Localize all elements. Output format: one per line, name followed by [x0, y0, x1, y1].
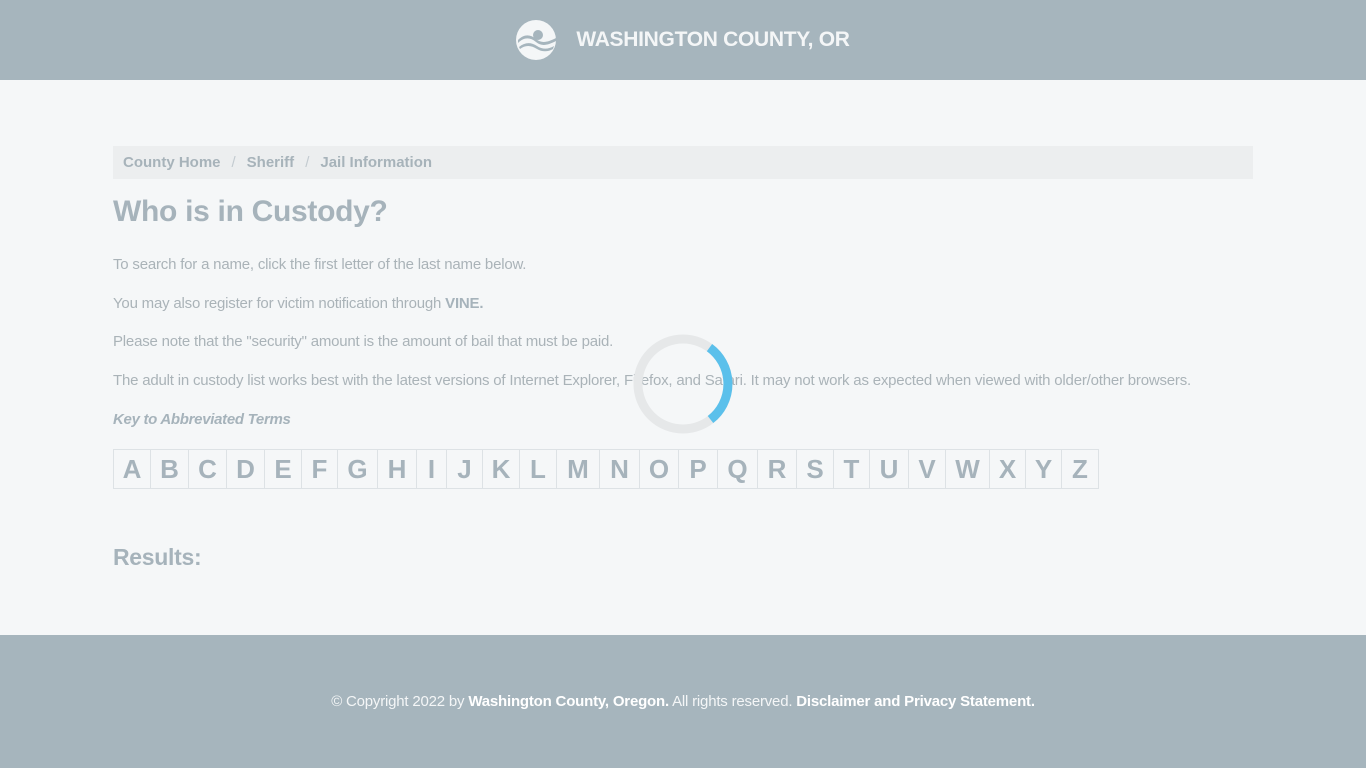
letter-x-button[interactable]: X — [990, 450, 1026, 488]
spinner-arc — [706, 343, 733, 424]
loading-spinner-icon — [633, 334, 733, 434]
letter-w-button[interactable]: W — [946, 450, 990, 488]
disclaimer-link[interactable]: Disclaimer and Privacy Statement. — [796, 693, 1035, 710]
site-title[interactable]: WASHINGTON COUNTY, OR — [576, 28, 850, 52]
vine-notice-text: You may also register for victim notific… — [113, 295, 446, 312]
letter-s-button[interactable]: S — [797, 450, 834, 488]
washington-county-logo-icon[interactable] — [516, 20, 557, 60]
vine-notice: You may also register for victim notific… — [113, 295, 484, 312]
vine-link[interactable]: VINE. — [445, 295, 483, 312]
breadcrumb-separator: / — [231, 154, 236, 171]
letter-p-button[interactable]: P — [679, 450, 718, 488]
letter-r-button[interactable]: R — [758, 450, 797, 488]
page-title: Who is in Custody? — [113, 195, 388, 228]
letter-c-button[interactable]: C — [189, 450, 227, 488]
rights-text: All rights reserved. — [668, 693, 797, 710]
site-header: WASHINGTON COUNTY, OR — [0, 0, 1366, 80]
letter-y-button[interactable]: Y — [1026, 450, 1062, 488]
letter-b-button[interactable]: B — [151, 450, 189, 488]
letter-f-button[interactable]: F — [302, 450, 338, 488]
letter-d-button[interactable]: D — [227, 450, 265, 488]
breadcrumb-jail-information[interactable]: Jail Information — [320, 154, 432, 171]
county-link[interactable]: Washington County, Oregon. — [468, 693, 669, 710]
letter-o-button[interactable]: O — [640, 450, 679, 488]
security-note: Please note that the "security" amount i… — [113, 333, 614, 350]
letter-i-button[interactable]: I — [417, 450, 447, 488]
letter-t-button[interactable]: T — [834, 450, 870, 488]
letter-v-button[interactable]: V — [909, 450, 946, 488]
letter-n-button[interactable]: N — [600, 450, 640, 488]
letter-m-button[interactable]: M — [557, 450, 600, 488]
letter-e-button[interactable]: E — [265, 450, 302, 488]
letter-picker: ABCDEFGHIJKLMNOPQRSTUVWXYZ — [113, 449, 1099, 489]
search-instructions: To search for a name, click the first le… — [113, 256, 527, 273]
letter-j-button[interactable]: J — [447, 450, 483, 488]
site-footer: © Copyright 2022 by Washington County, O… — [0, 635, 1366, 768]
breadcrumb-county-home[interactable]: County Home — [123, 154, 221, 171]
breadcrumb-sheriff[interactable]: Sheriff — [247, 154, 295, 171]
letter-a-button[interactable]: A — [114, 450, 151, 488]
breadcrumb-separator: / — [305, 154, 310, 171]
letter-g-button[interactable]: G — [338, 450, 378, 488]
copyright-text: © Copyright 2022 by — [331, 693, 469, 710]
letter-l-button[interactable]: L — [520, 450, 557, 488]
letter-h-button[interactable]: H — [378, 450, 417, 488]
key-to-abbreviated-terms-link[interactable]: Key to Abbreviated Terms — [113, 411, 291, 428]
letter-u-button[interactable]: U — [870, 450, 909, 488]
results-heading: Results: — [113, 544, 202, 570]
letter-z-button[interactable]: Z — [1062, 450, 1098, 488]
letter-k-button[interactable]: K — [483, 450, 520, 488]
breadcrumb: County Home / Sheriff / Jail Information — [113, 146, 1253, 179]
letter-q-button[interactable]: Q — [718, 450, 758, 488]
